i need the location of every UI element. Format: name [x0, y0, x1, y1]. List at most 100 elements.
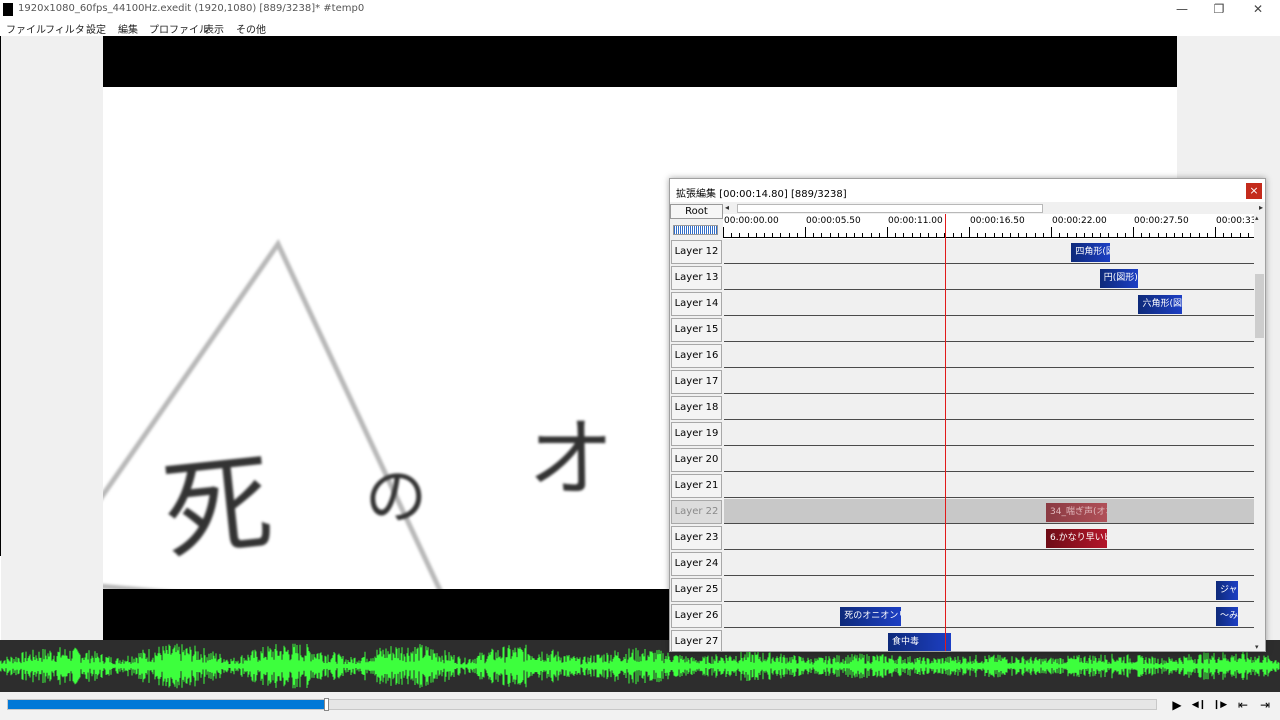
layer-row: Layer 16: [670, 343, 1254, 369]
layer-list: Layer 12 四角形(図形) Layer 13 円(図形) Layer 14 六角形(…: [670, 239, 1254, 651]
layer-track[interactable]: [724, 317, 1254, 342]
ruler-tick-label: 00:00:16.50: [970, 216, 1025, 226]
time-ruler[interactable]: 00:00:00.00 00:00:05.50 00:00:11.00 00:00:1…: [723, 214, 1254, 239]
seek-bar: ▶ ◀❙ ❙▶ ⇤ ⇥: [0, 692, 1280, 720]
layer-row: Layer 18: [670, 395, 1254, 421]
scroll-up-icon[interactable]: ▴: [1255, 214, 1259, 222]
layer-label[interactable]: Layer 18: [671, 396, 722, 420]
layer-row: Layer 17: [670, 369, 1254, 395]
timeline-clip[interactable]: 円(図形): [1099, 269, 1139, 288]
menu-profile[interactable]: プロファイル: [149, 21, 209, 36]
close-button[interactable]: ✕: [1238, 0, 1278, 19]
seek-thumb[interactable]: [323, 698, 329, 711]
timeline-clip[interactable]: 6.かなり早いピストン.w: [1046, 529, 1108, 548]
layer-track[interactable]: 6.かなり早いピストン.w: [724, 525, 1254, 550]
layer-label[interactable]: Layer 15: [671, 318, 722, 342]
layer-row: Layer 15: [670, 317, 1254, 343]
go-end-button[interactable]: ⇥: [1256, 696, 1274, 714]
timeline-clip[interactable]: 四角形(図形): [1071, 243, 1111, 262]
play-button[interactable]: ▶: [1168, 696, 1186, 714]
layer-track[interactable]: [724, 421, 1254, 446]
timeline-clip[interactable]: 六角形(図形): [1138, 295, 1182, 314]
layer-track[interactable]: [724, 551, 1254, 576]
layer-track[interactable]: 円(図形): [724, 265, 1254, 290]
ruler-tick-label: 00:00:05.50: [806, 216, 861, 226]
layer-label[interactable]: Layer 14: [671, 292, 722, 316]
layer-row: Layer 27 食中毒: [670, 629, 1254, 651]
layer-row: Layer 23 6.かなり早いピストン.w: [670, 525, 1254, 551]
layer-label[interactable]: Layer 21: [671, 474, 722, 498]
menu-other[interactable]: その他: [236, 21, 266, 36]
layer-label[interactable]: Layer 24: [671, 552, 722, 576]
timeline-clip[interactable]: ジャー: [1216, 581, 1239, 600]
window-edge: [0, 36, 1, 556]
layer-track[interactable]: 六角形(図形): [724, 291, 1254, 316]
title-bar: 1920x1080_60fps_44100Hz.exedit (1920,108…: [0, 0, 1280, 19]
layer-row: Layer 22 34_喘ぎ声(オホ声).wa: [670, 499, 1254, 525]
layer-track[interactable]: [724, 473, 1254, 498]
ruler-baseline: [723, 237, 1254, 238]
menu-filter[interactable]: フィルタ: [45, 21, 85, 36]
zoom-meter[interactable]: [673, 225, 718, 235]
menu-view[interactable]: 表示: [204, 21, 224, 36]
layer-track[interactable]: [724, 395, 1254, 420]
layer-track[interactable]: ジャー: [724, 577, 1254, 602]
layer-label[interactable]: Layer 22: [671, 500, 722, 524]
preview-text-o: オ: [528, 409, 614, 509]
horizontal-scrollbar[interactable]: ◂ ▸: [723, 203, 1264, 214]
seek-slider[interactable]: [7, 698, 1157, 711]
next-frame-button[interactable]: ❙▶: [1211, 696, 1229, 714]
vertical-scrollbar[interactable]: ▴ ▾: [1254, 214, 1265, 651]
layer-label[interactable]: Layer 20: [671, 448, 722, 472]
layer-track[interactable]: [724, 447, 1254, 472]
timeline-clip[interactable]: 死のオニオンリング: [840, 607, 902, 626]
maximize-button[interactable]: ❐: [1199, 0, 1239, 19]
menu-file[interactable]: ファイル: [6, 21, 46, 36]
layer-track[interactable]: [724, 369, 1254, 394]
layer-label[interactable]: Layer 26: [671, 604, 722, 628]
layer-row: Layer 25 ジャー: [670, 577, 1254, 603]
menu-settings[interactable]: 設定: [86, 21, 106, 36]
layer-label[interactable]: Layer 25: [671, 578, 722, 602]
timeline-title: 拡張編集 [00:00:14.80] [889/3238]: [676, 189, 847, 200]
layer-row: Layer 19: [670, 421, 1254, 447]
layer-track[interactable]: 34_喘ぎ声(オホ声).wa: [724, 499, 1254, 524]
go-start-button[interactable]: ⇤: [1234, 696, 1252, 714]
timeline-window: 拡張編集 [00:00:14.80] [889/3238] × Root ◂ ▸…: [669, 178, 1266, 652]
layer-label[interactable]: Layer 12: [671, 240, 722, 264]
minimize-button[interactable]: —: [1162, 0, 1202, 19]
playhead-cursor[interactable]: [944, 214, 946, 651]
timeline-clip[interactable]: ～み: [1216, 607, 1239, 626]
layer-track[interactable]: [724, 343, 1254, 368]
layer-row: Layer 13 円(図形): [670, 265, 1254, 291]
ruler-tick-label: 00:00:22.00: [1052, 216, 1107, 226]
layer-label[interactable]: Layer 17: [671, 370, 722, 394]
timeline-clip[interactable]: 34_喘ぎ声(オホ声).wa: [1046, 503, 1108, 522]
layer-track[interactable]: 食中毒: [724, 629, 1254, 651]
preview-text-shi: 死: [157, 440, 279, 577]
scroll-right-icon[interactable]: ▸: [1259, 203, 1263, 212]
horizontal-scroll-thumb[interactable]: [737, 204, 1043, 213]
layer-row: Layer 14 六角形(図形): [670, 291, 1254, 317]
ruler-tick-label: 00:00:27.50: [1134, 216, 1189, 226]
seek-progress: [8, 700, 326, 709]
timeline-close-button[interactable]: ×: [1246, 183, 1262, 199]
timeline-clip[interactable]: 食中毒: [888, 633, 951, 651]
layer-label[interactable]: Layer 27: [671, 630, 722, 651]
layer-label[interactable]: Layer 13: [671, 266, 722, 290]
root-button[interactable]: Root: [670, 204, 723, 219]
scroll-left-icon[interactable]: ◂: [725, 203, 729, 212]
prev-frame-button[interactable]: ◀❙: [1190, 696, 1208, 714]
menu-bar: ファイル フィルタ 設定 編集 プロファイル 表示 その他: [0, 19, 1280, 36]
layer-label[interactable]: Layer 23: [671, 526, 722, 550]
layer-track[interactable]: 四角形(図形): [724, 239, 1254, 264]
layer-track[interactable]: 死のオニオンリング ～み: [724, 603, 1254, 628]
layer-label[interactable]: Layer 16: [671, 344, 722, 368]
ruler-tick-label: 00:00:33: [1216, 216, 1254, 226]
scroll-down-icon[interactable]: ▾: [1255, 643, 1259, 651]
layer-label[interactable]: Layer 19: [671, 422, 722, 446]
layer-row: Layer 20: [670, 447, 1254, 473]
app-icon: [3, 3, 13, 16]
menu-edit[interactable]: 編集: [118, 21, 138, 36]
vertical-scroll-thumb[interactable]: [1255, 274, 1264, 338]
